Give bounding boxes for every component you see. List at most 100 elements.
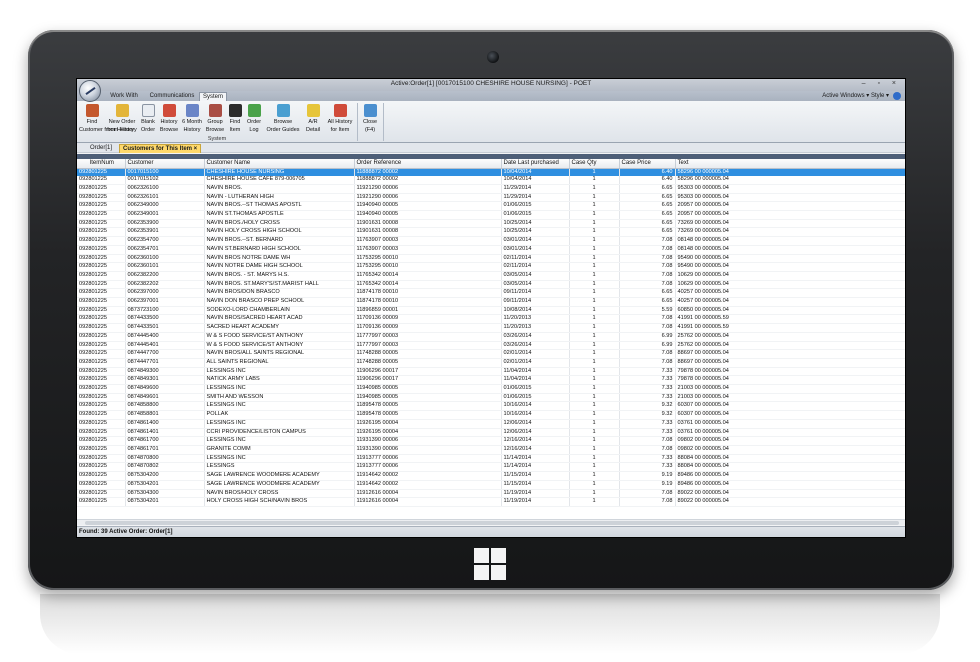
cell-customer: 0874849300 [125, 367, 205, 377]
table-row[interactable]: 092801225 0062349001 NAVIN ST.THOMAS APOST… [77, 210, 905, 220]
table-row[interactable]: 092801225 0062354701 NAVIN ST.BERNARD HIGH… [77, 245, 905, 255]
column-header-customer[interactable]: Customer [125, 159, 205, 169]
active-windows-style-menu[interactable]: Active Windows ▾ Style ▾ [822, 92, 889, 101]
column-header-case-price[interactable]: Case Price [619, 159, 676, 169]
table-row[interactable]: 092801225 0062353900 NAVIN BROS./HOLY CROS… [77, 219, 905, 229]
table-row[interactable]: 092801225 0874870800 LESSINGS INC 11913777 … [77, 454, 905, 464]
cell-customer: 0874861700 [125, 436, 205, 446]
column-header-order-reference[interactable]: Order Reference [354, 159, 502, 169]
app-menu-button[interactable] [79, 80, 101, 102]
table-row[interactable]: 092801225 0874849300 LESSINGS INC 11906296 … [77, 367, 905, 377]
cell-customer: 0874870802 [125, 462, 205, 473]
close-f4-button[interactable]: Close (F4) [361, 104, 379, 136]
window-controls[interactable]: – ▫ × [862, 80, 901, 87]
scrollbar-thumb[interactable] [85, 521, 899, 525]
doc-tab-customers-for-this-item[interactable]: Customers for This Item × [119, 144, 202, 153]
table-row[interactable]: 092801225 0874433500 NAVIN BROS/SACRED HEA… [77, 314, 905, 325]
table-row[interactable]: 092801225 0874849601 SMITH AND WESSON 11940… [77, 393, 905, 403]
cell-customer: 0874849301 [125, 375, 205, 386]
cell-order-reference: 11777997 00003 [354, 332, 502, 342]
table-row[interactable]: 092801225 0874445400 W & S FOOD SERVICE/ST… [77, 332, 905, 342]
blank-order-button[interactable]: Blank Order [139, 104, 157, 136]
six-month-history-button[interactable]: 6 Month History [181, 104, 203, 136]
cell-order-reference: 11901631 00008 [354, 219, 502, 229]
order-log-button[interactable]: Order Log [245, 104, 263, 136]
table-row[interactable]: 092801225 0873723100 SODEXO-LORD CHAMBERLA… [77, 306, 905, 316]
windows-logo-icon[interactable] [474, 548, 506, 580]
table-row[interactable]: 092801225 0874433501 SACRED HEART ACADEMY 1… [77, 323, 905, 333]
ribbon-group-label: System [207, 136, 227, 142]
browse-order-guides-button[interactable]: Browse Order Guides [265, 104, 301, 136]
table-row[interactable]: 092801225 0874447700 NAVIN BROS/ALL SAINTS… [77, 349, 905, 359]
cell-text: 73269 00 000005.04 [675, 227, 905, 238]
table-row[interactable]: 092801225 0874861700 LESSINGS INC 11931390 … [77, 436, 905, 446]
doc-tab-order-1[interactable]: Order[1] [87, 144, 115, 153]
table-row[interactable]: 092801225 0874861701 GRANITE COMM 11931390 … [77, 445, 905, 455]
table-row[interactable]: 092801225 0874870802 LESSINGS 11913777 0000… [77, 462, 905, 473]
cell-date: 09/11/2014 [501, 297, 570, 307]
button-label: Blank [141, 119, 155, 125]
table-row[interactable]: 092801225 0875304201 SAGE LAWRENCE WOODMER… [77, 480, 905, 490]
cell-customer-name: GRANITE COMM [204, 445, 355, 455]
help-icon[interactable] [893, 92, 901, 100]
cell-case-price: 7.08 [619, 489, 676, 499]
column-header-case-qty[interactable]: Case Qty [569, 159, 620, 169]
all-history-for-item-button[interactable]: All History for Item [325, 104, 355, 136]
table-row[interactable]: 092801225 0062397000 NAVIN BROS/DON BRASCO… [77, 288, 905, 299]
table-row[interactable]: 092801225 0874858801 POLLAK 11895478 00005 1… [77, 410, 905, 420]
table-row[interactable]: 092801225 0062382200 NAVIN BROS. - ST. MAR… [77, 271, 905, 281]
cell-case-price: 5.59 [619, 306, 676, 316]
tab-system[interactable]: System [199, 92, 227, 101]
column-header-customer-name[interactable]: Customer Name [204, 159, 355, 169]
table-row[interactable]: 092801225 0874861400 LESSINGS INC 11926195 … [77, 419, 905, 429]
find-item-button[interactable]: Find Item [227, 104, 243, 136]
tab-work-with[interactable]: Work With [103, 92, 145, 101]
history-browse-button[interactable]: History Browse [159, 104, 179, 136]
cell-date: 11/14/2014 [501, 454, 570, 464]
column-header-date-last-purchased[interactable]: Date Last purchased [501, 159, 570, 169]
table-row[interactable]: 092801225 0875304300 NAVIN BROS/HOLY CROSS… [77, 489, 905, 499]
cell-text: 95490 00 000005.04 [675, 262, 905, 272]
table-row[interactable]: 092801225 0874861401 CCRI PROVIDENCE/LISTO… [77, 428, 905, 438]
column-header-text[interactable]: Text [675, 159, 905, 169]
table-row[interactable]: 092801225 0874858800 LESSINGS INC 11895478 … [77, 401, 905, 412]
cell-customer-name: W & S FOOD SERVICE/ST ANTHONY [204, 332, 355, 342]
cell-itemnum: 092801225 [77, 462, 126, 473]
cell-itemnum: 092801225 [77, 297, 126, 307]
table-row[interactable]: 092801225 0874447701 ALL SAINTS REGIONAL 11… [77, 358, 905, 368]
cell-case-qty: 1 [569, 332, 620, 342]
cell-itemnum: 092801225 [77, 480, 126, 490]
table-row[interactable]: 092801225 0062397001 NAVIN DON BRASCO PREP… [77, 297, 905, 307]
cell-itemnum: 092801225 [77, 262, 126, 272]
ar-detail-button[interactable]: A/R Detail [303, 104, 323, 136]
find-customer-from-history-button[interactable]: Find Customer from History [79, 104, 134, 136]
table-row[interactable]: 092801225 0062360100 NAVIN BROS NOTRE DAME… [77, 254, 905, 264]
table-row[interactable]: 092801225 0874849301 NATICK ARMY LABS 11906… [77, 375, 905, 386]
cell-itemnum: 092801225 [77, 358, 126, 368]
cell-itemnum: 092801225 [77, 245, 126, 255]
table-row[interactable]: 092801225 0875304201 HOLY CROSS HIGH SCH/N… [77, 497, 905, 507]
table-row[interactable]: 092801225 0062349000 NAVIN BROS.--ST THOMA… [77, 201, 905, 211]
table-row[interactable]: 092801225 0874445401 W & S FOOD SERVICE/ST… [77, 341, 905, 351]
table-row[interactable]: 092801225 0062326100 NAVIN BROS. 11921290 0… [77, 184, 905, 194]
table-row[interactable]: 092801225 0062353901 NAVIN HOLY CROSS HIGH… [77, 227, 905, 238]
table-row[interactable]: 092801225 0062382202 NAVIN BROS. ST.MARY'S… [77, 280, 905, 290]
cell-case-qty: 1 [569, 410, 620, 420]
table-row[interactable]: 092801225 0874849600 LESSINGS INC 11940985 … [77, 384, 905, 394]
table-row[interactable]: 092801225 0017015102 CHESHIRE HOUSE CAFE 8… [77, 176, 905, 185]
table-row[interactable]: 092801225 0017015100 CHESHIRE HOUSE NURSIN… [77, 168, 905, 177]
cell-case-qty: 1 [569, 367, 620, 377]
table-row[interactable]: 092801225 0062354700 NAVIN BROS.--ST. BERN… [77, 236, 905, 246]
blank-order-icon [141, 104, 155, 117]
cell-case-price: 9.19 [619, 480, 676, 490]
table-row[interactable]: 092801225 0062326101 NAVIN - LUTHERAN HIGH… [77, 193, 905, 203]
column-header-itemnum[interactable]: ItemNum [77, 159, 126, 169]
cell-customer-name: NAVIN BROS/HOLY CROSS [204, 489, 355, 499]
cell-order-reference: 11914642 00002 [354, 471, 502, 481]
new-order-from-history-button[interactable]: New Order from History [107, 104, 137, 136]
table-row[interactable]: 092801225 0875304200 SAGE LAWRENCE WOODMER… [77, 471, 905, 481]
table-row[interactable]: 092801225 0062360101 NAVIN NOTRE DAME HIGH… [77, 262, 905, 272]
tab-communications[interactable]: Communications [147, 92, 197, 101]
horizontal-scrollbar[interactable] [77, 519, 905, 525]
group-browse-button[interactable]: Group Browse [205, 104, 225, 136]
